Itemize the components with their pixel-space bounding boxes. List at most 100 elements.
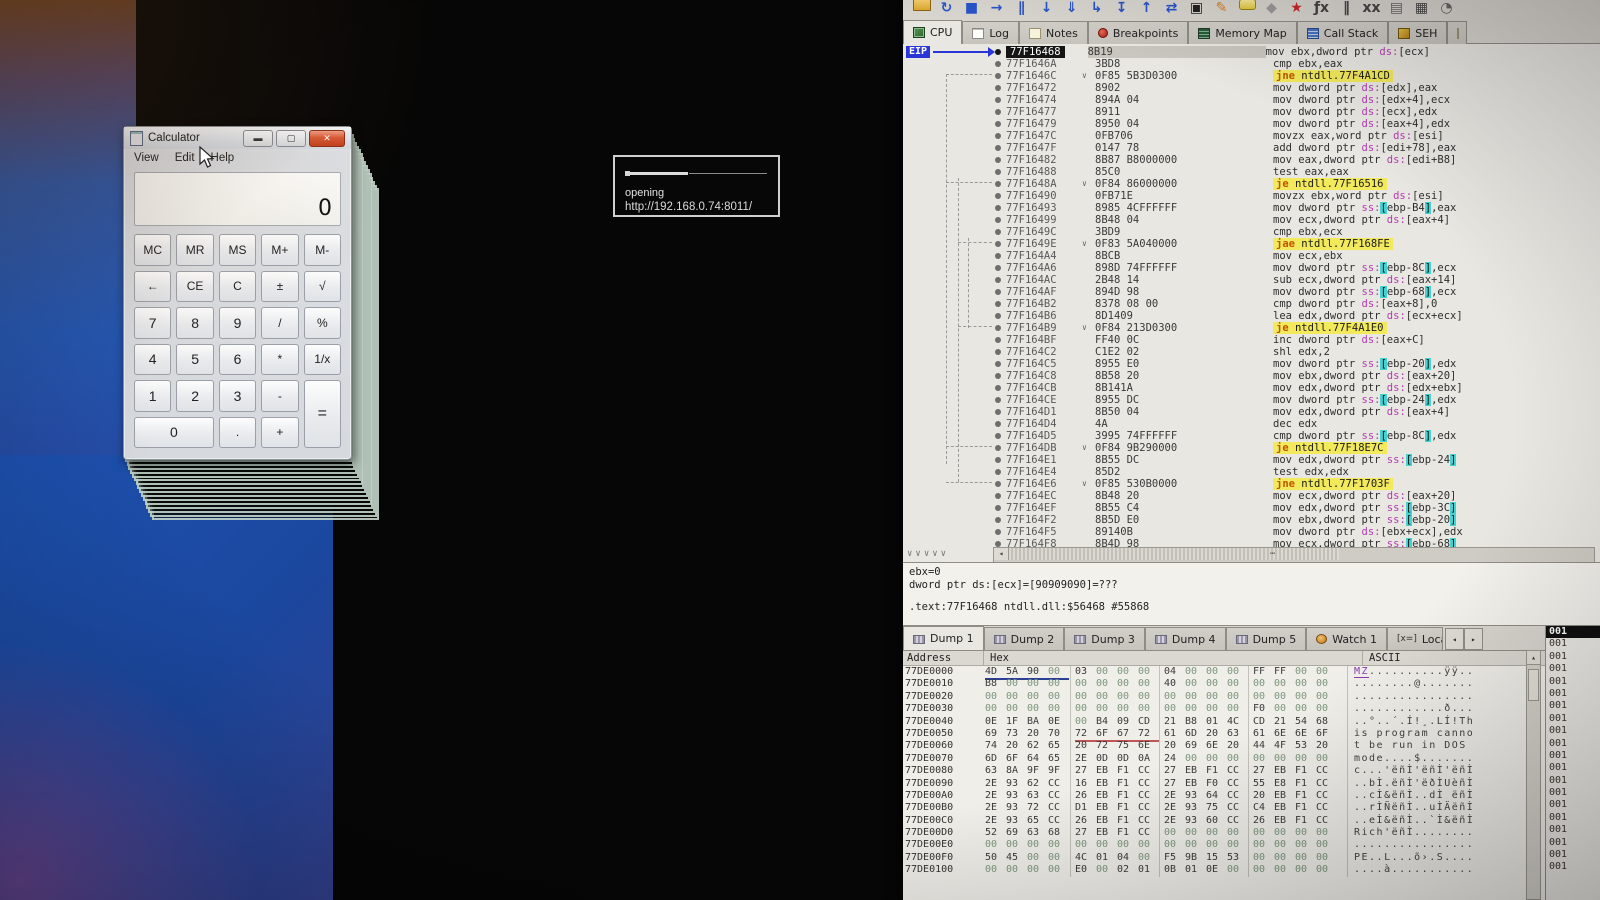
breakpoint-dot[interactable] [995, 133, 1001, 139]
disasm-row[interactable]: 77F164A6898D 74FFFFFFmov dword ptr ss:[e… [993, 262, 1600, 274]
disasm-row[interactable]: 77F164D53995 74FFFFFFcmp dword ptr ss:[e… [993, 430, 1600, 442]
disasm-row[interactable]: 77F164EC8B48 20mov ecx,dword ptr ds:[eax… [993, 490, 1600, 502]
breakpoint-dot[interactable] [995, 457, 1001, 463]
disasm-row[interactable]: 77F164E485D2test edx,edx [993, 466, 1600, 478]
calc-key-7[interactable]: 7 [134, 307, 171, 339]
calc-key-0[interactable]: 0 [134, 417, 214, 449]
breakpoint-dot[interactable] [995, 505, 1001, 511]
pipes-icon[interactable]: ‖ [1334, 0, 1359, 16]
breakpoint-dot[interactable] [995, 109, 1001, 115]
breakpoint-dot[interactable] [995, 205, 1001, 211]
stack-row[interactable]: 001 [1546, 762, 1600, 774]
calc-key-√[interactable]: √ [304, 271, 341, 303]
stack-row[interactable]: 001 [1546, 725, 1600, 737]
breakpoint-dot[interactable] [995, 385, 1001, 391]
trace-over-icon[interactable]: ↧ [1109, 0, 1134, 16]
menu-item-view[interactable]: View [134, 152, 159, 164]
run-icon[interactable]: → [984, 0, 1009, 16]
breakpoint-dot[interactable] [995, 409, 1001, 415]
dump-row[interactable]: 77DE0030000000000000000000000000F0000000… [903, 703, 1545, 715]
scroll-left-arrow[interactable]: ◂ [994, 548, 1009, 560]
tab-dump-1[interactable]: Dump 1 [903, 626, 984, 650]
disasm-row[interactable]: 77F164C88B58 20mov ebx,dword ptr ds:[eax… [993, 370, 1600, 382]
breakpoint-dot[interactable] [995, 445, 1001, 451]
disasm-horizontal-scrollbar[interactable]: ◂ ⋯ [993, 547, 1595, 562]
stack-row[interactable]: 001 [1546, 799, 1600, 811]
calc-key-1[interactable]: 1 [134, 380, 171, 412]
tab-log[interactable]: Log [962, 21, 1019, 44]
calc-key-4[interactable]: 4 [134, 344, 171, 376]
calc-key-MC[interactable]: MC [134, 234, 171, 266]
disasm-row[interactable]: 77F164A48BCBmov ecx,ebx [993, 250, 1600, 262]
tab-breakpoints[interactable]: Breakpoints [1088, 21, 1189, 44]
breakpoint-dot[interactable] [995, 217, 1001, 223]
calc-key-M-[interactable]: M- [304, 234, 341, 266]
scrollbar-thumb[interactable] [1528, 669, 1539, 701]
dump-row[interactable]: 77DE00F0504500004C010400F59B155300000000… [903, 852, 1545, 864]
dump-row[interactable]: 77DE00D05269636827EBF1CC0000000000000000… [903, 827, 1545, 839]
calc-key-.[interactable]: . [219, 417, 256, 449]
disasm-row[interactable]: 77F164F28B5D E0mov ebx,dword ptr ss:[ebp… [993, 514, 1600, 526]
breakpoint-dot[interactable] [995, 469, 1001, 475]
disasm-row[interactable]: 77F164EF8B55 C4mov edx,dword ptr ss:[ebp… [993, 502, 1600, 514]
skip-icon[interactable]: ⇄ [1159, 0, 1184, 16]
step-into-icon[interactable]: ↓ [1034, 0, 1059, 16]
disasm-row[interactable]: 77F1648A∨0F84 86000000je ntdll.77F16516 [993, 178, 1600, 190]
calc-key-3[interactable]: 3 [219, 380, 256, 412]
breakpoint-dot[interactable] [995, 481, 1001, 487]
calc-key-9[interactable]: 9 [219, 307, 256, 339]
close-button[interactable]: ✕ [309, 130, 345, 147]
disassembly-pane[interactable]: EIP ∨∨∨∨∨ 77F164688B19mov ebx,dword ptr … [903, 44, 1600, 562]
dump-row[interactable]: 77DE002000000000000000000000000000000000… [903, 691, 1545, 703]
dump-row[interactable]: 77DE00706D6F64652E0D0D0A2400000000000000… [903, 753, 1545, 765]
tab-scroll-right[interactable]: ▸ [1464, 628, 1483, 650]
breakpoint-dot[interactable] [995, 157, 1001, 163]
calc-key-MS[interactable]: MS [219, 234, 256, 266]
tab-dump-3[interactable]: Dump 3 [1064, 627, 1145, 650]
breakpoint-dot[interactable] [995, 253, 1001, 259]
minimize-button[interactable]: ▬ [243, 130, 273, 147]
stack-row[interactable]: 001 [1546, 738, 1600, 750]
stack-row[interactable]: 001 [1546, 775, 1600, 787]
breakpoint-dot[interactable] [995, 517, 1001, 523]
dump-row[interactable]: 77DE00C02E9365CC26EBF1CC2E9360CC26EBF1CC… [903, 815, 1545, 827]
execute-till-return-icon[interactable]: ↑ [1134, 0, 1159, 16]
dump-row[interactable]: 77DE005069732070726F6772616D2063616E6E6F… [903, 728, 1545, 740]
breakpoint-dot[interactable] [995, 97, 1001, 103]
disasm-row[interactable]: 77F164778911mov dword ptr ds:[ecx],edx [993, 106, 1600, 118]
stack-row[interactable]: 001 [1546, 688, 1600, 700]
calc-key-5[interactable]: 5 [176, 344, 213, 376]
breakpoint-dot[interactable] [995, 229, 1001, 235]
open-folder-icon[interactable] [909, 0, 934, 12]
calc-key-8[interactable]: 8 [176, 307, 213, 339]
stack-row[interactable]: 001 [1546, 824, 1600, 836]
disasm-row[interactable]: 77F164688B19mov ebx,dword ptr ds:[ecx] [993, 46, 1600, 58]
menu-item-edit[interactable]: Edit [175, 152, 195, 164]
animate-icon[interactable]: ▣ [1184, 0, 1209, 16]
stack-row[interactable]: 001 [1546, 849, 1600, 861]
calc-key-*[interactable]: * [261, 344, 298, 376]
scroll-up-arrow[interactable]: ▴ [1527, 651, 1540, 665]
step-over-icon[interactable]: ⇓ [1059, 0, 1084, 16]
disasm-row[interactable]: 77F164828B87 B8000000mov eax,dword ptr d… [993, 154, 1600, 166]
dump-row[interactable]: 77DE00B02E9372CCD1EBF1CC2E9375CCC4EBF1CC… [903, 802, 1545, 814]
trace-into-icon[interactable]: ↳ [1084, 0, 1109, 16]
disasm-row[interactable]: 77F164C58955 E0mov dword ptr ss:[ebp-20]… [993, 358, 1600, 370]
breakpoint-dot[interactable] [995, 169, 1001, 175]
breakpoint-dot[interactable] [995, 193, 1001, 199]
breakpoint-dot[interactable] [995, 241, 1001, 247]
breakpoint-dot[interactable] [995, 313, 1001, 319]
calc-key-←[interactable]: ← [134, 271, 171, 303]
breakpoint-dot[interactable] [995, 49, 1001, 55]
breakpoint-dot[interactable] [995, 325, 1001, 331]
calc-key-C[interactable]: C [219, 271, 256, 303]
calc-key-M+[interactable]: M+ [261, 234, 298, 266]
calc-key-%[interactable]: % [304, 307, 341, 339]
disasm-row[interactable]: 77F164C2C1E2 02shl edx,2 [993, 346, 1600, 358]
clock-icon[interactable]: ◔ [1434, 0, 1459, 16]
fx-icon[interactable]: ƒx [1309, 0, 1334, 16]
disasm-row[interactable]: 77F164B28378 08 00cmp dword ptr ds:[eax+… [993, 298, 1600, 310]
disasm-row[interactable]: 77F1646A3BD8cmp ebx,eax [993, 58, 1600, 70]
breakpoint-dot[interactable] [995, 433, 1001, 439]
hex-dump-pane[interactable]: Address Hex ASCII 77DE00004D5A9000030000… [903, 650, 1545, 900]
